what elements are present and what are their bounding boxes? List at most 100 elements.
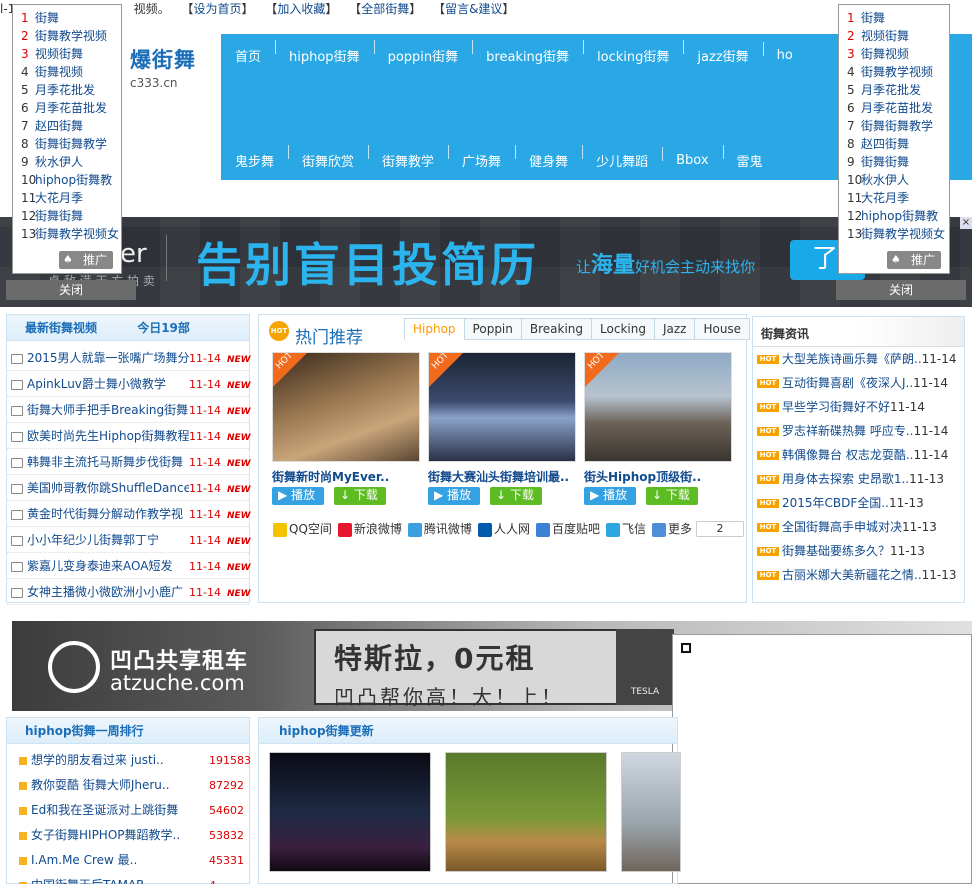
news-item[interactable]: HOT 互动街舞喜剧《夜深人J..11-14 bbox=[753, 371, 964, 395]
latest-video-item[interactable]: ApinkLuv爵士舞小微教学 11-14 NEW bbox=[7, 371, 251, 397]
video-thumbnail[interactable]: HOT bbox=[272, 352, 420, 462]
popup-right-promo-tag[interactable]: 推广 bbox=[887, 251, 941, 269]
popup-right-item[interactable]: 6 月季花苗批发 bbox=[847, 99, 949, 117]
latest-video-item[interactable]: 紫嘉儿变身泰迪来AOA短发 11-14 NEW bbox=[7, 553, 251, 579]
latest-video-item[interactable]: 街舞大师手把手Breaking街舞11-14 NEW bbox=[7, 397, 251, 423]
tab-locking[interactable]: Locking bbox=[591, 318, 655, 340]
video-caption[interactable]: 街舞新时尚MyEver.. bbox=[272, 468, 422, 485]
nav-item-ghost-step[interactable]: 鬼步舞 bbox=[221, 151, 288, 170]
set-home-link[interactable]: 【设为首页】 bbox=[181, 0, 253, 18]
nav-item-fitness[interactable]: 健身舞 bbox=[515, 144, 582, 170]
popup-right-item[interactable]: 9 街舞街舞 bbox=[847, 153, 949, 171]
popup-right-item[interactable]: 7 街舞街舞教学 bbox=[847, 117, 949, 135]
rank-item[interactable]: Ed和我在圣诞派对上跳街舞 54602 bbox=[7, 798, 249, 823]
popup-right-close-button[interactable]: 关闭 bbox=[836, 280, 966, 300]
download-button[interactable]: ↓ 下载 bbox=[646, 487, 698, 505]
news-item[interactable]: HOT 用身体去探索 史昂歌1..11-13 bbox=[753, 467, 964, 491]
share-tieba[interactable]: 百度贴吧 bbox=[535, 520, 600, 537]
popup-left-promo-tag[interactable]: 推广 bbox=[59, 251, 113, 269]
tab-breaking[interactable]: Breaking bbox=[520, 318, 593, 340]
latest-video-item[interactable]: 欧美时尚先生Hiphop街舞教程11-14 NEW bbox=[7, 423, 251, 449]
rank-item[interactable]: 女子街舞HIPHOP舞蹈教学.. 53832 bbox=[7, 823, 249, 848]
popup-right-item[interactable]: 12hiphop街舞教 bbox=[847, 207, 949, 225]
feedback-link[interactable]: 【留言&建议】 bbox=[433, 0, 514, 18]
update-thumbnail[interactable] bbox=[445, 752, 607, 872]
latest-video-item[interactable]: 女神主播微小微欧洲小小鹿广 11-14 NEW bbox=[7, 579, 251, 605]
add-favorite-link[interactable]: 【加入收藏】 bbox=[265, 0, 337, 18]
latest-video-item[interactable]: 美国帅哥教你跳ShuffleDance11-14 NEW bbox=[7, 475, 251, 501]
popup-left-item[interactable]: 5 月季花批发 bbox=[21, 81, 121, 99]
rank-item[interactable]: 中国街舞天后TAMAR ..4 bbox=[7, 873, 249, 884]
banner-ad[interactable]: er 卓 敌 满 天 方 拍 卖 告别盲目投简历 让海量好机会主动来找你 了 × bbox=[0, 217, 972, 307]
popup-right-item[interactable]: 11大花月季 bbox=[847, 189, 949, 207]
site-logo[interactable]: 爆街舞 c333.cn bbox=[130, 44, 210, 94]
share-renren[interactable]: 人人网 bbox=[477, 520, 530, 537]
popup-left-item[interactable]: 10hiphop街舞教 bbox=[21, 171, 121, 189]
news-item[interactable]: HOT 古丽米娜大美新疆花之情..11-13 bbox=[753, 563, 964, 587]
popup-left-item[interactable]: 7 赵四街舞 bbox=[21, 117, 121, 135]
popup-left-close-button[interactable]: 关闭 bbox=[6, 280, 136, 300]
tab-jazz[interactable]: Jazz bbox=[653, 318, 696, 340]
popup-left-item[interactable]: 6 月季花苗批发 bbox=[21, 99, 121, 117]
nav-item-teaching[interactable]: 街舞教学 bbox=[368, 144, 448, 170]
popup-left-item[interactable]: 1 街舞 bbox=[21, 9, 121, 27]
banner-close-icon[interactable]: × bbox=[960, 217, 972, 229]
latest-video-item[interactable]: 黄金时代街舞分解动作教学视 11-14 NEW bbox=[7, 501, 251, 527]
popup-right-item[interactable]: 5 月季花批发 bbox=[847, 81, 949, 99]
video-thumbnail[interactable]: HOT bbox=[584, 352, 732, 462]
nav-item-bbox[interactable]: Bbox bbox=[662, 146, 722, 168]
download-button[interactable]: ↓ 下载 bbox=[334, 487, 386, 505]
tab-hiphop[interactable]: Hiphop bbox=[404, 318, 465, 340]
share-fetion[interactable]: 飞信 bbox=[605, 520, 646, 537]
play-button[interactable]: ▶ 播放 bbox=[584, 487, 636, 505]
news-item[interactable]: HOT 韩偶像舞台 权志龙耍酷..11-14 bbox=[753, 443, 964, 467]
video-thumbnail[interactable]: HOT bbox=[428, 352, 576, 462]
tab-house[interactable]: House bbox=[694, 318, 751, 340]
popup-right-item[interactable]: 4 街舞教学视频 bbox=[847, 63, 949, 81]
nav-item-home[interactable]: 首页 bbox=[221, 46, 275, 65]
share-more[interactable]: 更多 bbox=[651, 520, 692, 537]
tab-poppin[interactable]: Poppin bbox=[463, 318, 522, 340]
play-button[interactable]: ▶ 播放 bbox=[272, 487, 324, 505]
popup-right-item[interactable]: 1 街舞 bbox=[847, 9, 949, 27]
news-item[interactable]: HOT 大型羌族诗画乐舞《萨朗..11-14 bbox=[753, 347, 964, 371]
popup-left-item[interactable]: 4 街舞视频 bbox=[21, 63, 121, 81]
video-caption[interactable]: 街舞大赛汕头街舞培训最.. bbox=[428, 468, 578, 485]
popup-right-item[interactable]: 3 街舞视频 bbox=[847, 45, 949, 63]
rank-item[interactable]: I.Am.Me Crew 最.. 45331 bbox=[7, 848, 249, 873]
latest-video-item[interactable]: 韩舞非主流托马斯舞步伐街舞 11-14 NEW bbox=[7, 449, 251, 475]
popup-right-item[interactable]: 2 视频街舞 bbox=[847, 27, 949, 45]
latest-video-item[interactable]: 小小年纪少儿街舞郭丁宁 11-14 NEW bbox=[7, 527, 251, 553]
popup-right-item[interactable]: 13街舞教学视频女 bbox=[847, 225, 949, 243]
nav-item-breaking[interactable]: breaking街舞 bbox=[472, 39, 583, 65]
overlay-close-icon[interactable] bbox=[681, 643, 691, 653]
play-button[interactable]: ▶ 播放 bbox=[428, 487, 480, 505]
share-tencent-weibo[interactable]: 腾讯微博 bbox=[407, 520, 472, 537]
nav-item-locking[interactable]: locking街舞 bbox=[583, 39, 683, 65]
popup-left-item[interactable]: 13街舞教学视频女 bbox=[21, 225, 121, 243]
nav-item-hiphop[interactable]: hiphop街舞 bbox=[275, 39, 374, 65]
nav-item-house[interactable]: ho bbox=[762, 41, 807, 63]
nav-item-appreciation[interactable]: 街舞欣赏 bbox=[288, 144, 368, 170]
nav-item-square-dance[interactable]: 广场舞 bbox=[448, 144, 515, 170]
all-dance-link[interactable]: 【全部街舞】 bbox=[349, 0, 421, 18]
news-item[interactable]: HOT 早些学习街舞好不好11-14 bbox=[753, 395, 964, 419]
news-item[interactable]: HOT 全国街舞高手申城对决11-13 bbox=[753, 515, 964, 539]
share-weibo[interactable]: 新浪微博 bbox=[337, 520, 402, 537]
news-item[interactable]: HOT 街舞基础要练多久？11-13 bbox=[753, 539, 964, 563]
rank-item[interactable]: 教你耍酷 街舞大师Jheru.. 87292 bbox=[7, 773, 249, 798]
share-qzone[interactable]: QQ空间 bbox=[273, 520, 332, 537]
rank-item[interactable]: 想学的朋友看过来 justi.. 191583 bbox=[7, 748, 251, 773]
download-button[interactable]: ↓ 下载 bbox=[490, 487, 542, 505]
nav-item-poppin[interactable]: poppin街舞 bbox=[373, 39, 473, 65]
news-item[interactable]: HOT 罗志祥新碟热舞 呼应专..11-14 bbox=[753, 419, 964, 443]
popup-left-item[interactable]: 9 秋水伊人 bbox=[21, 153, 121, 171]
popup-left-item[interactable]: 8 街舞街舞教学 bbox=[21, 135, 121, 153]
latest-video-item[interactable]: 2015男人就靠一张嘴广场舞分11-14 NEW bbox=[7, 345, 251, 371]
nav-item-jazz[interactable]: jazz街舞 bbox=[683, 39, 762, 65]
popup-right-item[interactable]: 8 赵四街舞 bbox=[847, 135, 949, 153]
popup-left-item[interactable]: 3 视频街舞 bbox=[21, 45, 121, 63]
popup-left-item[interactable]: 12街舞街舞 bbox=[21, 207, 121, 225]
news-item[interactable]: HOT 2015年CBDF全国..11-13 bbox=[753, 491, 964, 515]
update-thumbnail[interactable] bbox=[269, 752, 431, 872]
